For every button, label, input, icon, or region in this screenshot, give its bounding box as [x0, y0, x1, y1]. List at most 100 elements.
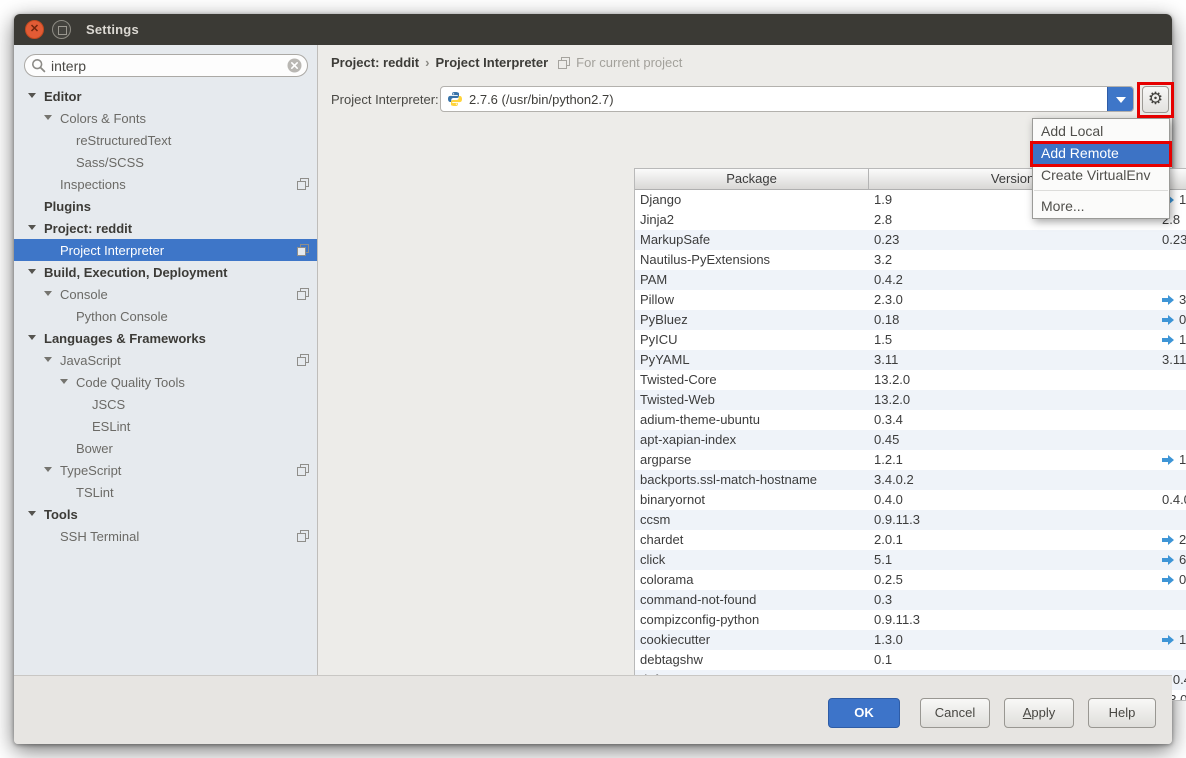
clear-search-icon[interactable]: [287, 58, 302, 73]
sidebar-item-label: Code Quality Tools: [76, 375, 185, 390]
breadcrumb-project[interactable]: Project: reddit: [331, 55, 419, 70]
package-cell: binaryornot: [635, 490, 868, 510]
expand-arrow-icon[interactable]: [26, 266, 44, 278]
latest-version-text: 0.23: [1162, 230, 1186, 250]
table-row[interactable]: cookiecutter1.3.01.4.0: [635, 630, 1186, 650]
sidebar-item-editor[interactable]: Editor: [14, 85, 317, 107]
expand-arrow-icon: [42, 178, 60, 190]
package-cell: apt-xapian-index: [635, 430, 868, 450]
table-row[interactable]: PAM0.4.2: [635, 270, 1186, 290]
table-row[interactable]: Nautilus-PyExtensions3.2: [635, 250, 1186, 270]
latest-cell: 3.1.1: [1156, 290, 1186, 310]
latest-cell: [1156, 470, 1186, 490]
gear-button[interactable]: ⚙: [1142, 86, 1169, 113]
expand-arrow-icon[interactable]: [26, 222, 44, 234]
latest-cell: [1156, 610, 1186, 630]
table-row[interactable]: chardet2.0.12.3.0: [635, 530, 1186, 550]
menu-item-add-local[interactable]: Add Local: [1033, 120, 1169, 142]
expand-arrow-icon[interactable]: [42, 354, 60, 366]
sidebar-item-label: TSLint: [76, 485, 114, 500]
table-row[interactable]: PyBluez0.180.22: [635, 310, 1186, 330]
version-cell: 0.45: [868, 430, 1156, 450]
gear-icon: ⚙: [1143, 87, 1168, 112]
maximize-icon[interactable]: [52, 20, 71, 39]
titlebar[interactable]: Settings: [14, 14, 1172, 45]
settings-dialog: Settings EditorColors & Fonts reStructure…: [14, 14, 1172, 744]
sidebar-item-restructuredtext[interactable]: reStructuredText: [14, 129, 317, 151]
interpreter-select[interactable]: 2.7.6 (/usr/bin/python2.7): [440, 86, 1134, 112]
column-header-package[interactable]: Package: [635, 169, 868, 189]
sidebar-item-label: Languages & Frameworks: [44, 331, 206, 346]
expand-arrow-icon[interactable]: [42, 464, 60, 476]
version-cell: 2.3.0: [868, 290, 1156, 310]
expand-arrow-icon[interactable]: [42, 112, 60, 124]
sidebar-item-label: JavaScript: [60, 353, 121, 368]
search-input[interactable]: [24, 54, 308, 77]
table-row[interactable]: Twisted-Core13.2.0: [635, 370, 1186, 390]
sidebar-item-python-console[interactable]: Python Console: [14, 305, 317, 327]
expand-arrow-icon[interactable]: [42, 288, 60, 300]
apply-button[interactable]: Apply: [1004, 698, 1074, 728]
table-row[interactable]: PyICU1.51.9.2: [635, 330, 1186, 350]
table-body: Django1.91.9.4Jinja22.82.8MarkupSafe0.23…: [635, 190, 1186, 700]
table-row[interactable]: command-not-found0.3: [635, 590, 1186, 610]
table-row[interactable]: click5.16.4: [635, 550, 1186, 570]
menu-item-more[interactable]: More...: [1033, 195, 1169, 217]
expand-arrow-icon[interactable]: [26, 90, 44, 102]
sidebar-item-ssh-terminal[interactable]: SSH Terminal: [14, 525, 317, 547]
latest-cell: [1156, 510, 1186, 530]
table-row[interactable]: argparse1.2.11.4.0: [635, 450, 1186, 470]
table-row[interactable]: backports.ssl-match-hostname3.4.0.2: [635, 470, 1186, 490]
override-badge-icon: [297, 464, 309, 476]
table-row[interactable]: PyYAML3.113.11: [635, 350, 1186, 370]
table-row[interactable]: MarkupSafe0.230.23: [635, 230, 1186, 250]
latest-version-text: 1.4.0: [1179, 450, 1186, 470]
table-row[interactable]: Twisted-Web13.2.0: [635, 390, 1186, 410]
override-badge-icon: [297, 178, 309, 190]
expand-arrow-icon: [42, 530, 60, 542]
table-row[interactable]: Pillow2.3.03.1.1: [635, 290, 1186, 310]
latest-version-text: 3.1.1: [1179, 290, 1186, 310]
sidebar-item-label: reStructuredText: [76, 133, 171, 148]
expand-arrow-icon[interactable]: [26, 332, 44, 344]
sidebar-item-plugins[interactable]: Plugins: [14, 195, 317, 217]
table-row[interactable]: debtagshw0.1: [635, 650, 1186, 670]
dropdown-arrow-icon[interactable]: [1107, 87, 1133, 111]
sidebar-item-console[interactable]: Console: [14, 283, 317, 305]
table-row[interactable]: apt-xapian-index0.45: [635, 430, 1186, 450]
sidebar-item-tslint[interactable]: TSLint: [14, 481, 317, 503]
menu-item-create-virtualenv[interactable]: Create VirtualEnv: [1033, 164, 1169, 186]
sidebar-item-code-quality-tools[interactable]: Code Quality Tools: [14, 371, 317, 393]
close-icon[interactable]: [25, 20, 44, 39]
table-row[interactable]: adium-theme-ubuntu0.3.4: [635, 410, 1186, 430]
sidebar-item-inspections[interactable]: Inspections: [14, 173, 317, 195]
expand-arrow-icon[interactable]: [26, 508, 44, 520]
ok-button[interactable]: OK: [828, 698, 900, 728]
sidebar-item-jscs[interactable]: JSCS: [14, 393, 317, 415]
table-row[interactable]: colorama0.2.50.3.7: [635, 570, 1186, 590]
sidebar-item-languages-frameworks[interactable]: Languages & Frameworks: [14, 327, 317, 349]
table-row[interactable]: ccsm0.9.11.3: [635, 510, 1186, 530]
gear-dropdown-menu: Add LocalAdd RemoteCreate VirtualEnv More…: [1032, 118, 1170, 219]
sidebar-item-sass-scss[interactable]: Sass/SCSS: [14, 151, 317, 173]
upgrade-arrow-icon: [1162, 575, 1174, 585]
sidebar-item-typescript[interactable]: TypeScript: [14, 459, 317, 481]
sidebar-item-javascript[interactable]: JavaScript: [14, 349, 317, 371]
sidebar-item-eslint[interactable]: ESLint: [14, 415, 317, 437]
expand-arrow-icon: [58, 156, 76, 168]
sidebar-item-colors-fonts[interactable]: Colors & Fonts: [14, 107, 317, 129]
cancel-button[interactable]: Cancel: [920, 698, 990, 728]
table-row[interactable]: compizconfig-python0.9.11.3: [635, 610, 1186, 630]
override-badge-icon: [297, 530, 309, 542]
sidebar-item-tools[interactable]: Tools: [14, 503, 317, 525]
table-row[interactable]: binaryornot0.4.00.4.0: [635, 490, 1186, 510]
menu-item-add-remote[interactable]: Add Remote: [1033, 142, 1169, 164]
sidebar-item-bower[interactable]: Bower: [14, 437, 317, 459]
expand-arrow-icon[interactable]: [58, 376, 76, 388]
version-cell: 0.9.11.3: [868, 510, 1156, 530]
help-button[interactable]: Help: [1088, 698, 1156, 728]
latest-cell: 1.4.0: [1156, 450, 1186, 470]
sidebar-item-project-reddit[interactable]: Project: reddit: [14, 217, 317, 239]
sidebar-item-project-interpreter[interactable]: Project Interpreter: [14, 239, 317, 261]
sidebar-item-build-execution-deployment[interactable]: Build, Execution, Deployment: [14, 261, 317, 283]
